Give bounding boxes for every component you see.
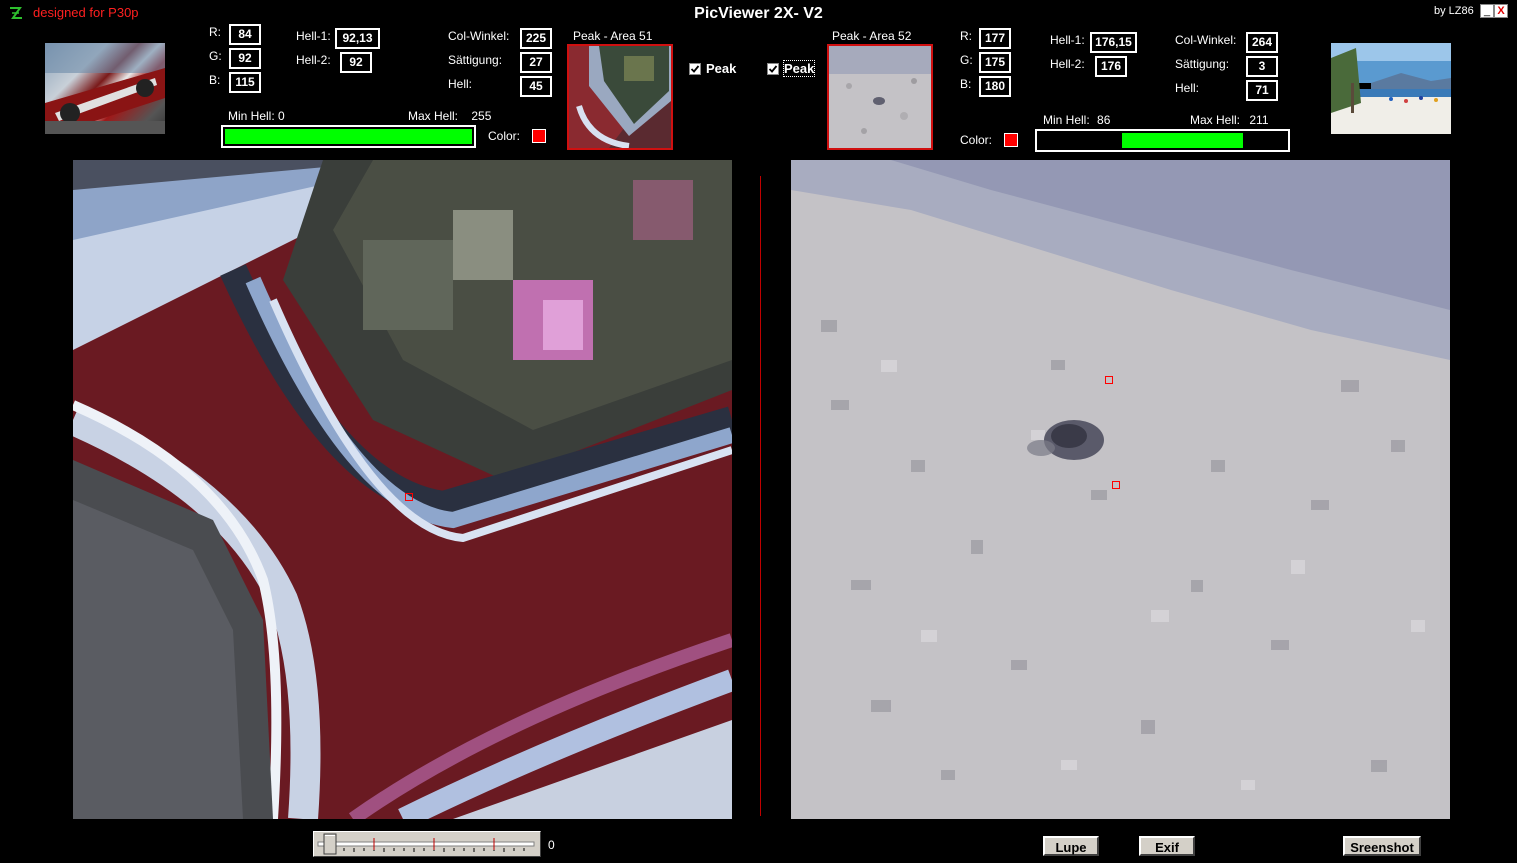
zoom-slider[interactable] [313,831,541,857]
left-g-label: G: [209,49,222,63]
right-r-value: 177 [979,28,1011,49]
right-saettigung-label: Sättigung: [1175,57,1230,71]
right-peak-area-label: Peak - Area 52 [832,29,912,43]
right-hell1-value: 176,15 [1090,32,1137,53]
left-image-thumbnail[interactable] [45,43,165,134]
right-zoomed-image[interactable] [791,160,1450,819]
close-button[interactable]: X [1494,4,1508,18]
left-peak-checkbox-label[interactable]: Peak [706,61,736,76]
left-max-hell-value: 255 [471,109,492,123]
panel-divider [760,176,761,816]
right-peak-checkbox-label[interactable]: Peak [782,60,816,77]
right-g-value: 175 [979,52,1011,73]
right-hell2-label: Hell-2: [1050,57,1085,71]
left-sample-marker[interactable] [405,493,413,501]
left-hell1-label: Hell-1: [296,29,331,43]
right-hell2-value: 176 [1095,56,1127,77]
left-b-value: 115 [229,72,261,93]
right-hell1-label: Hell-1: [1050,33,1085,47]
left-max-hell-label: Max Hell: 255 [408,109,492,123]
right-colwinkel-value: 264 [1246,32,1278,53]
right-b-value: 180 [979,76,1011,97]
left-r-label: R: [209,25,221,39]
right-peak-checkbox[interactable] [767,63,779,75]
right-r-label: R: [960,29,972,43]
exif-button[interactable]: Exif [1139,836,1195,856]
right-min-hell-value: 86 [1097,113,1111,127]
left-hell-value: 45 [520,76,552,97]
byline: by LZ86 [1434,5,1474,17]
right-color-label: Color: [960,133,993,147]
left-brightness-range-bar [221,125,476,148]
left-hell1-value: 92,13 [335,28,380,49]
right-peak-area-preview [827,44,933,150]
left-color-label: Color: [488,129,521,143]
right-sample-marker-2[interactable] [1112,481,1120,489]
left-color-swatch[interactable] [532,129,546,143]
right-brightness-range-fill [1122,133,1244,148]
right-color-swatch[interactable] [1004,133,1018,147]
right-g-label: G: [960,53,973,67]
left-min-hell-value: 0 [278,109,285,123]
left-colwinkel-label: Col-Winkel: [448,29,510,43]
left-b-label: B: [209,73,221,87]
minimize-button[interactable]: _ [1480,4,1494,18]
right-saettigung-value: 3 [1246,56,1278,77]
left-hell-label: Hell: [448,77,473,91]
right-min-hell-label: Min Hell: 86 [1043,113,1111,127]
right-colwinkel-label: Col-Winkel: [1175,33,1237,47]
right-b-label: B: [960,77,972,91]
lupe-button[interactable]: Lupe [1043,836,1099,856]
left-hell2-value: 92 [340,52,372,73]
right-image-thumbnail[interactable] [1331,43,1451,134]
left-saettigung-value: 27 [520,52,552,73]
left-hell2-label: Hell-2: [296,53,331,67]
left-colwinkel-value: 225 [520,28,552,49]
right-max-hell-value: 211 [1249,113,1269,127]
left-r-value: 84 [229,24,261,45]
right-brightness-range-bar [1035,129,1290,152]
left-peak-area-label: Peak - Area 51 [573,29,653,43]
left-min-hell-label: Min Hell: 0 [228,109,285,123]
left-peak-area-preview [567,44,673,150]
left-g-value: 92 [229,48,261,69]
right-max-hell-label: Max Hell: 211 [1190,113,1269,127]
zoom-slider-value: 0 [548,838,555,852]
left-peak-checkbox[interactable] [689,63,701,75]
right-hell-value: 71 [1246,80,1278,101]
left-brightness-range-fill [225,129,472,144]
left-zoomed-image[interactable] [73,160,732,819]
left-saettigung-label: Sättigung: [448,53,503,67]
right-sample-marker-1[interactable] [1105,376,1113,384]
right-hell-label: Hell: [1175,81,1200,95]
screenshot-button[interactable]: Sreenshot [1343,836,1421,856]
app-title: PicViewer 2X- V2 [694,5,823,22]
